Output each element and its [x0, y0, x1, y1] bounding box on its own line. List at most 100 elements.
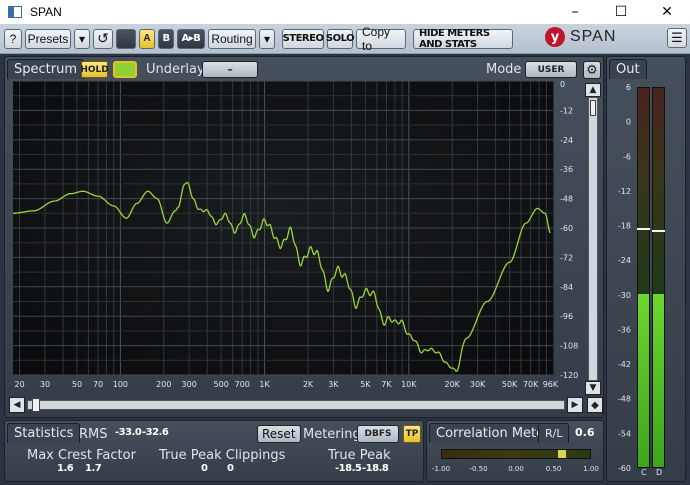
- freq-tick-label: 700: [235, 380, 250, 389]
- crest-factor-left-value: 1.6: [57, 463, 74, 474]
- routing-button[interactable]: Routing: [208, 28, 256, 49]
- freq-tick-label: 50K: [502, 380, 518, 389]
- close-button[interactable]: ✕: [644, 0, 690, 24]
- correlation-marker: [558, 450, 566, 458]
- presets-button[interactable]: Presets: [25, 28, 71, 49]
- vertical-scrollbar[interactable]: ▲ ▼: [585, 83, 601, 395]
- db-tick-label: 0: [560, 81, 565, 89]
- freq-tick-label: 30K: [470, 380, 486, 389]
- out-peak-left: [637, 228, 650, 231]
- out-tick-label: -42: [618, 360, 631, 369]
- horizontal-scroll-track[interactable]: [27, 398, 565, 412]
- copy-to-button[interactable]: Copy to: [356, 25, 406, 53]
- db-tick-label: -24: [560, 136, 573, 145]
- out-panel: Out 6 0 -6 -12 -18 -24 -30 -36 -42 -48 -54 -60 C D: [606, 56, 686, 482]
- freq-tick-label: 96K: [543, 380, 559, 389]
- out-meter-right-headroom: [653, 88, 664, 296]
- db-tick-label: -48: [560, 195, 573, 204]
- menu-icon[interactable]: ☰: [667, 28, 687, 48]
- metering-label: Metering: [303, 427, 361, 442]
- correlation-tick-label: -1.00: [432, 465, 450, 473]
- freq-tick-label: 70: [93, 380, 103, 389]
- mode-selector[interactable]: USER: [525, 61, 577, 78]
- correlation-mode-tab[interactable]: R/L: [538, 423, 570, 443]
- db-tick-label: -108: [560, 342, 578, 351]
- db-tick-label: -60: [560, 224, 573, 233]
- out-tick-label: -48: [618, 395, 631, 404]
- out-tab[interactable]: Out: [609, 59, 647, 79]
- freq-tick-label: 5K: [360, 380, 371, 389]
- horizontal-scroll-thumb[interactable]: [32, 398, 40, 412]
- out-tick-label: 0: [626, 118, 631, 127]
- reset-button[interactable]: Reset: [257, 425, 301, 443]
- scroll-right-button[interactable]: ▶: [567, 397, 583, 413]
- freq-tick-label: 300: [182, 380, 197, 389]
- rms-right-value: -32.6: [142, 427, 169, 438]
- underlay-label: Underlay: [146, 62, 205, 77]
- window-title: SPAN: [30, 5, 62, 19]
- underlay-selector[interactable]: –: [202, 61, 258, 78]
- correlation-tick-label: -0.50: [469, 465, 487, 473]
- logo-text: SPAN: [570, 28, 617, 45]
- out-meter-left: [637, 87, 650, 468]
- metering-mode-selector[interactable]: DBFS: [357, 425, 399, 443]
- out-tick-label: 6: [626, 83, 631, 92]
- scroll-left-button[interactable]: ◀: [9, 397, 25, 413]
- freq-tick-label: 20: [15, 380, 25, 389]
- true-peak-toggle[interactable]: TP: [403, 425, 421, 443]
- preset-b-button[interactable]: B: [158, 28, 174, 49]
- freq-tick-label: 500: [214, 380, 229, 389]
- out-peak-right: [652, 230, 665, 233]
- maximize-button[interactable]: ☐: [598, 0, 644, 24]
- true-peak-label: True Peak: [328, 448, 391, 463]
- freq-tick-label: 1K: [259, 380, 270, 389]
- gear-icon[interactable]: ⚙: [583, 61, 601, 79]
- out-tick-label: -36: [618, 325, 631, 334]
- statistics-panel: Statistics RMS -33.0 -32.6 Reset Meterin…: [4, 420, 424, 482]
- correlation-value: 0.6: [575, 426, 595, 439]
- scroll-down-button[interactable]: ▼: [585, 381, 601, 395]
- correlation-tick-label: 1.00: [583, 465, 599, 473]
- out-meter-right: [652, 87, 665, 468]
- freq-tick-label: 10K: [401, 380, 417, 389]
- routing-dropdown-button[interactable]: ▾: [259, 28, 275, 49]
- zoom-reset-button[interactable]: ◆: [587, 397, 603, 413]
- correlation-tick-label: 0.50: [546, 465, 562, 473]
- out-meter-scale: 6 0 -6 -12 -18 -24 -30 -36 -42 -48 -54 -60: [618, 83, 631, 473]
- stereo-button[interactable]: STEREO: [282, 28, 324, 49]
- preset-a-button[interactable]: A: [139, 28, 155, 49]
- clippings-right-value: 0: [227, 463, 234, 474]
- hide-meters-button[interactable]: HIDE METERS AND STATS: [413, 28, 513, 50]
- solo-button[interactable]: SOLO: [326, 28, 355, 49]
- presets-dropdown-button[interactable]: ▾: [74, 28, 90, 49]
- spectrum-tab[interactable]: Spectrum: [7, 59, 84, 79]
- undo-button[interactable]: ↺: [93, 28, 113, 49]
- db-tick-label: -96: [560, 312, 573, 321]
- correlation-scale: -1.00 -0.50 0.00 0.50 1.00: [432, 465, 599, 473]
- out-tick-label: -12: [618, 187, 631, 196]
- vertical-scroll-thumb[interactable]: [590, 100, 596, 116]
- hold-color-swatch[interactable]: [113, 61, 137, 78]
- scroll-up-button[interactable]: ▲: [585, 83, 601, 97]
- correlation-bar: [441, 449, 591, 459]
- freq-tick-label: 70K: [523, 380, 539, 389]
- toolbar: ? Presets ▾ ↺ A B A▸B Routing ▾ STEREO S…: [0, 24, 690, 54]
- hold-button[interactable]: HOLD: [80, 61, 109, 78]
- correlation-panel: Correlation Meter R/L 0.6 -1.00 -0.50 0.00…: [426, 420, 604, 482]
- rms-label: RMS: [79, 427, 108, 442]
- out-meter-left-level: [638, 293, 649, 467]
- statistics-tab[interactable]: Statistics: [7, 423, 81, 443]
- true-peak-clippings-label: True Peak Clippings: [159, 448, 286, 463]
- copy-a-to-b-button[interactable]: A▸B: [177, 28, 205, 49]
- minimize-button[interactable]: –: [552, 0, 598, 24]
- freq-tick-label: 2K: [303, 380, 314, 389]
- db-tick-label: -120: [560, 371, 578, 380]
- app-icon: [8, 6, 22, 18]
- spectrum-panel: Spectrum HOLD Underlay – Mode USER ⚙ 0 -1…: [4, 56, 604, 418]
- vertical-scroll-track[interactable]: [588, 97, 598, 381]
- out-channel-right-label: D: [656, 468, 663, 477]
- spectrum-plot[interactable]: 0 -12 -24 -36 -48 -60 -72 -84 -96 -108 -120 20 30 50 7…: [12, 80, 581, 401]
- horizontal-scrollbar[interactable]: ◀ ▶: [9, 397, 583, 413]
- redo-button[interactable]: [116, 28, 136, 49]
- help-button[interactable]: ?: [4, 28, 22, 49]
